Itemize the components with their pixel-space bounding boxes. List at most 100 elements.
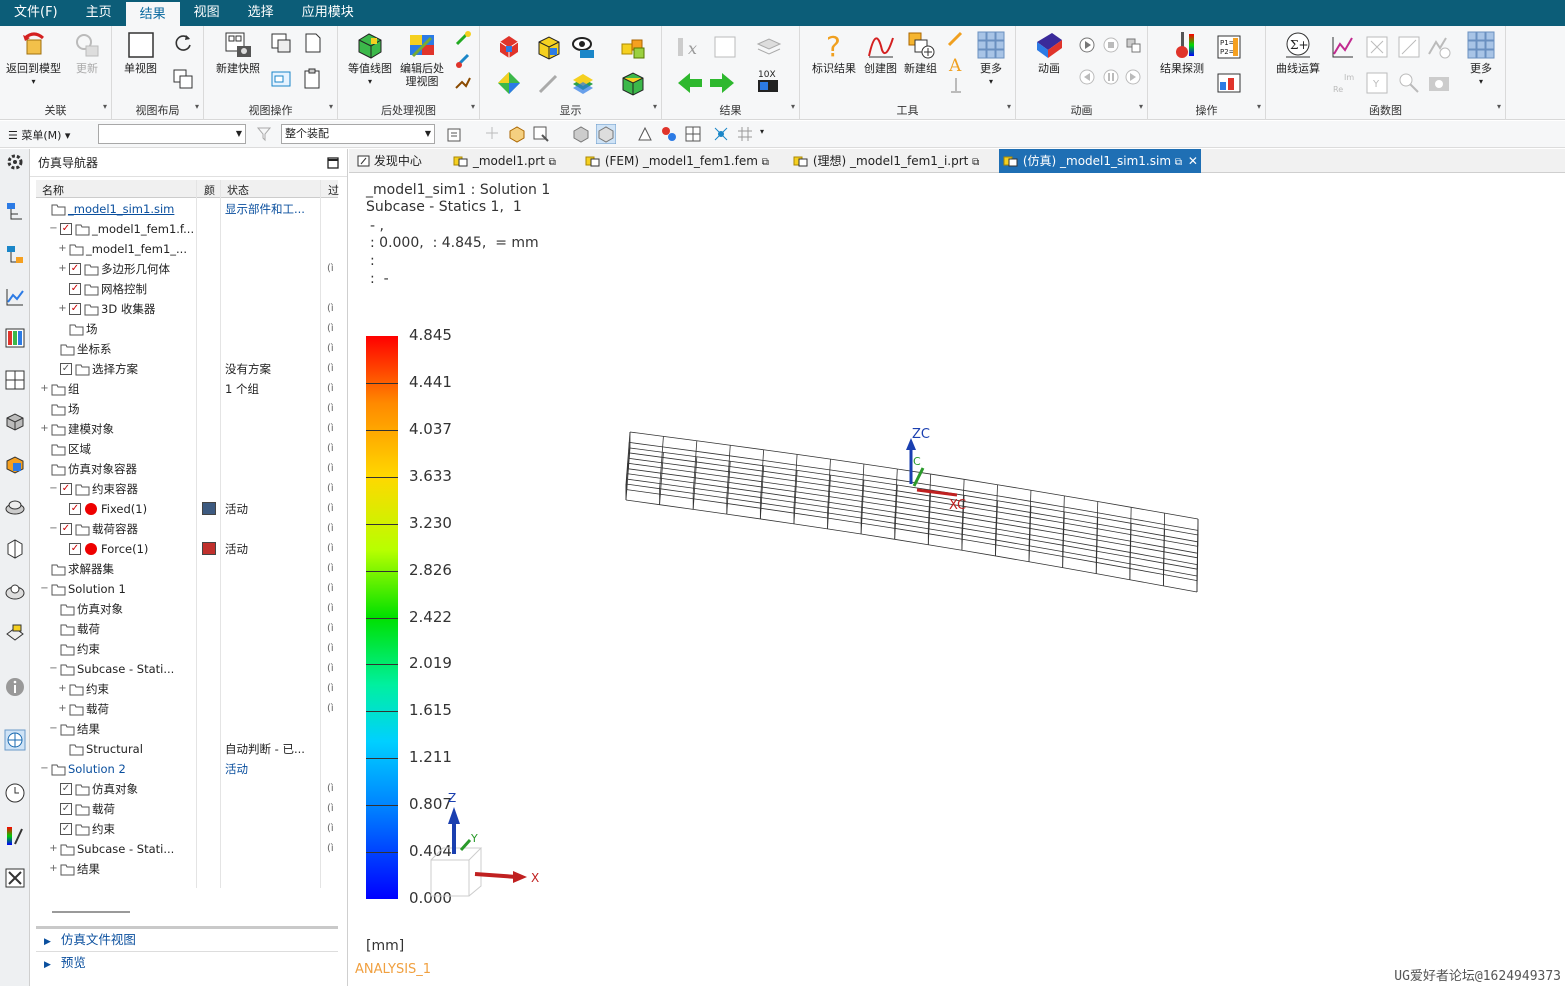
- probe-view-icon[interactable]: [1396, 70, 1422, 96]
- tree-row[interactable]: − ✓ 约束容器 (ì: [36, 479, 338, 499]
- tab-simulation-file[interactable]: (仿真) _model1_sim1.sim ⧉ ✕: [999, 149, 1201, 173]
- tree-row[interactable]: + _model1_fem1_...: [36, 239, 338, 259]
- role-tools-icon[interactable]: [4, 867, 26, 889]
- cube-color-icon[interactable]: [620, 70, 646, 96]
- view-layout-icon[interactable]: [270, 68, 292, 90]
- palette-tools-icon[interactable]: [4, 825, 26, 847]
- next-arrow-icon[interactable]: [708, 70, 736, 96]
- layout-grid-icon[interactable]: [4, 369, 26, 391]
- visibility-checkbox[interactable]: ✓: [60, 523, 72, 535]
- tree-row[interactable]: ✓ 载荷 (ì: [36, 799, 338, 819]
- tree-row[interactable]: ✓ Fixed(1) 活动 (ì: [36, 499, 338, 519]
- re-im-icon[interactable]: ReIm: [1330, 70, 1356, 96]
- edit-post-view-button[interactable]: 编辑后处 理视图: [400, 30, 444, 88]
- more-tools-button[interactable]: 更多 ▾: [976, 30, 1006, 88]
- collapse-icon[interactable]: −: [49, 219, 58, 239]
- view-replace-icon[interactable]: [270, 32, 292, 54]
- selection-options-icon[interactable]: [446, 125, 464, 143]
- tree-row[interactable]: + 组 1 个组 (ì: [36, 379, 338, 399]
- color-swatch[interactable]: [202, 502, 216, 515]
- menu-button[interactable]: ☰ 菜单(M) ▾: [8, 127, 70, 143]
- post-option-3-icon[interactable]: [454, 74, 472, 92]
- expand-icon[interactable]: +: [58, 679, 67, 699]
- refresh-icon[interactable]: [172, 32, 194, 54]
- y-axis-icon[interactable]: Y: [1364, 70, 1390, 96]
- tree-row[interactable]: 仿真对象容器 (ì: [36, 459, 338, 479]
- window-copy-icon[interactable]: [172, 68, 194, 90]
- tab-applications[interactable]: 应用模块: [288, 0, 368, 26]
- expand-icon[interactable]: +: [58, 259, 67, 279]
- tree-row[interactable]: 载荷 (ì: [36, 619, 338, 639]
- collapse-icon[interactable]: −: [49, 479, 58, 499]
- web-browser-icon[interactable]: [4, 729, 26, 751]
- tab-results[interactable]: 结果: [125, 0, 180, 26]
- tree-row[interactable]: ✓ 网格控制: [36, 279, 338, 299]
- color-select-icon[interactable]: [660, 125, 678, 143]
- contour-plot-button[interactable]: 等值线图 ▾: [348, 30, 392, 88]
- simulation-navigator-icon[interactable]: [4, 200, 26, 222]
- tab-idealized-part[interactable]: (理想) _model1_fem1_i.prt ⧉: [789, 149, 999, 173]
- mesh-select-icon[interactable]: [684, 125, 702, 143]
- wireframe-view-icon[interactable]: [596, 124, 616, 144]
- visibility-checkbox[interactable]: ✓: [69, 283, 81, 295]
- tab-select[interactable]: 选择: [234, 0, 288, 26]
- pin-icon[interactable]: [946, 76, 966, 96]
- mesh-display-icon[interactable]: [536, 34, 562, 60]
- maximize-panel-icon[interactable]: [327, 157, 339, 169]
- expand-icon[interactable]: +: [49, 859, 58, 879]
- shaded-view-icon[interactable]: [572, 125, 590, 143]
- sim-file-view-icon[interactable]: [4, 243, 26, 265]
- tab-fem-file[interactable]: (FEM) _model1_fem1.fem ⧉: [581, 149, 787, 173]
- anim-settings-icon[interactable]: [1124, 36, 1142, 54]
- horizontal-scrollbar[interactable]: [52, 911, 130, 913]
- view-orient-icon[interactable]: [636, 125, 654, 143]
- color-swatch[interactable]: [202, 542, 216, 555]
- step-back-icon[interactable]: [1078, 68, 1096, 86]
- toolbar-dropdown-icon[interactable]: ▾: [760, 127, 764, 136]
- fringe-icon[interactable]: [570, 70, 596, 96]
- identify-result-button[interactable]: ? 标识结果: [812, 30, 856, 75]
- tree-row[interactable]: 坐标系 (ì: [36, 339, 338, 359]
- part-navigator-icon[interactable]: [4, 411, 26, 433]
- node-select-icon[interactable]: [712, 125, 730, 143]
- single-view-button[interactable]: 单视图: [124, 30, 157, 75]
- post-navigator-icon[interactable]: [4, 286, 26, 308]
- expand-icon[interactable]: +: [58, 299, 67, 319]
- visibility-checkbox[interactable]: ✓: [69, 263, 81, 275]
- menu-file[interactable]: 文件(F): [0, 0, 72, 26]
- play-icon[interactable]: [1078, 36, 1096, 54]
- visibility-checkbox[interactable]: ✓: [69, 503, 81, 515]
- scale-10x-icon[interactable]: 10X: [756, 68, 782, 96]
- visibility-checkbox[interactable]: ✓: [60, 823, 72, 835]
- settings-gear-icon[interactable]: [4, 151, 26, 173]
- show-hide-icon[interactable]: [570, 34, 596, 60]
- tree-row[interactable]: − Subcase - Stati... (ì: [36, 659, 338, 679]
- tree-row[interactable]: + ✓ 多边形几何体 (ì: [36, 259, 338, 279]
- collapse-icon[interactable]: −: [49, 659, 58, 679]
- tab-discovery-center[interactable]: 发现中心: [353, 149, 447, 173]
- tree-row[interactable]: + Subcase - Stati... (ì: [36, 839, 338, 859]
- pause-icon[interactable]: [1102, 68, 1120, 86]
- snap-point-icon[interactable]: [484, 125, 500, 141]
- previous-arrow-icon[interactable]: [676, 70, 704, 96]
- tree-row[interactable]: 约束 (ì: [36, 639, 338, 659]
- visibility-checkbox[interactable]: ✓: [69, 303, 81, 315]
- tree-row[interactable]: ✓ Force(1) 活动 (ì: [36, 539, 338, 559]
- reuse-library-icon[interactable]: [4, 454, 26, 476]
- color-chart-icon[interactable]: [1216, 70, 1242, 96]
- tree-row[interactable]: 场 (ì: [36, 319, 338, 339]
- stop-icon[interactable]: [1102, 36, 1120, 54]
- visibility-checkbox[interactable]: ✓: [60, 223, 72, 235]
- expand-icon[interactable]: +: [40, 379, 49, 399]
- fx-icon[interactable]: x: [676, 34, 704, 60]
- visibility-checkbox[interactable]: ✓: [69, 543, 81, 555]
- tree-row[interactable]: 区域 (ì: [36, 439, 338, 459]
- expand-icon[interactable]: +: [58, 239, 67, 259]
- tab-view[interactable]: 视图: [180, 0, 234, 26]
- curve-operations-button[interactable]: Σ+ 曲线运算: [1276, 30, 1320, 75]
- tree-row[interactable]: ✓ 约束 (ì: [36, 819, 338, 839]
- grid-select-icon[interactable]: [736, 125, 754, 143]
- collapse-icon[interactable]: −: [49, 519, 58, 539]
- column-header-name[interactable]: 名称: [42, 182, 64, 198]
- expand-icon[interactable]: +: [58, 699, 67, 719]
